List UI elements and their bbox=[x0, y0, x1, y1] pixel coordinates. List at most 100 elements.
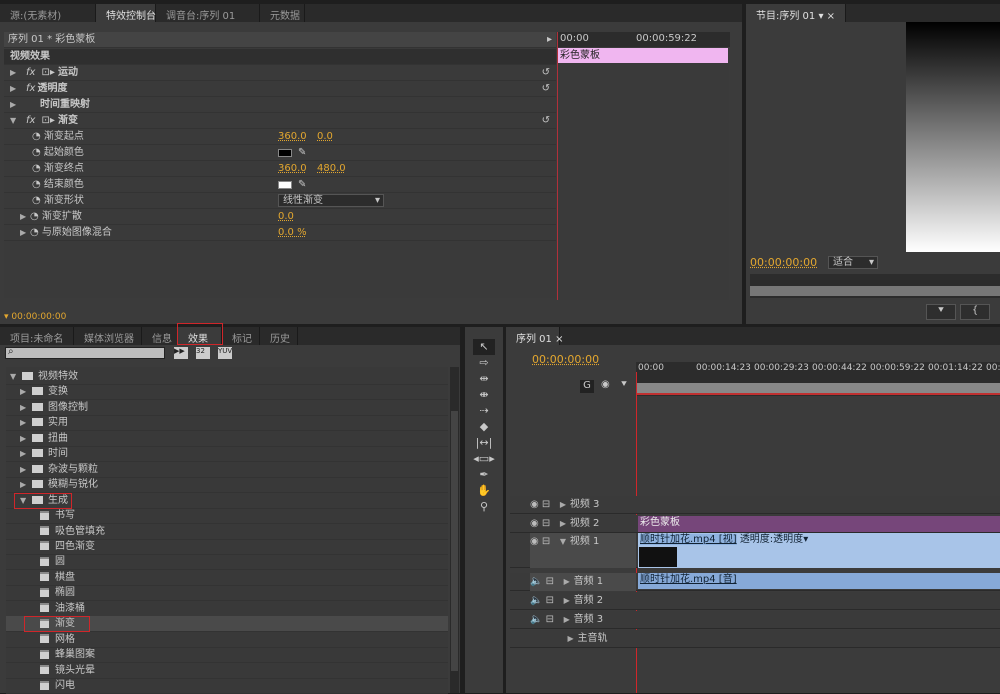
track-select-tool-icon[interactable]: ⇨ bbox=[465, 355, 503, 371]
expand-icon[interactable]: ▶ bbox=[564, 592, 574, 610]
tab-audio-mixer[interactable]: 调音台:序列 01 bbox=[156, 4, 260, 22]
tab-project[interactable]: 项目:未命名 bbox=[0, 327, 74, 345]
end-y-value[interactable]: 480.0 bbox=[317, 161, 346, 176]
work-area-bar[interactable] bbox=[636, 383, 1000, 395]
expand-icon[interactable]: ▶ bbox=[564, 611, 574, 629]
tree-effect-item[interactable]: 椭圆 bbox=[6, 585, 448, 602]
add-marker-icon[interactable]: ⯆ bbox=[620, 379, 628, 390]
razor-tool-icon[interactable]: ◆ bbox=[465, 419, 503, 435]
program-timecode[interactable]: 00:00:00:00 bbox=[750, 256, 817, 269]
track-header[interactable]: ◉ ⊟ ▶ 视频 3 bbox=[530, 496, 636, 514]
expand-icon[interactable]: ▶ bbox=[20, 400, 30, 415]
slip-tool-icon[interactable]: |↔| bbox=[465, 435, 503, 451]
expand-icon[interactable]: ▶ bbox=[20, 225, 30, 240]
add-marker-button[interactable]: ⯆ bbox=[926, 304, 956, 320]
clip-fx-label[interactable]: 透明度:透明度 bbox=[740, 534, 803, 545]
track-header[interactable]: ◉ ⊟ ▶ 视频 2 bbox=[530, 515, 636, 533]
tree-effect-item[interactable]: 油漆桶 bbox=[6, 601, 448, 617]
tree-folder[interactable]: ▶ 图像控制 bbox=[6, 400, 448, 416]
expand-icon[interactable]: ▶ bbox=[564, 573, 574, 591]
audio-clip-a1[interactable]: 顺时针加花.mp4 [音] bbox=[638, 573, 1000, 589]
sync-lock-icon[interactable]: ⊟ bbox=[546, 614, 554, 625]
blend-value[interactable]: 0.0 % bbox=[278, 225, 307, 240]
yuv-effects-icon[interactable]: YUV bbox=[218, 347, 232, 359]
timeline-timecode[interactable]: 00:00:00:00 bbox=[532, 353, 599, 366]
stopwatch-icon[interactable]: ◔ bbox=[32, 163, 44, 174]
eye-icon[interactable]: ◉ bbox=[530, 499, 539, 510]
ripple-edit-tool-icon[interactable]: ⇹ bbox=[465, 371, 503, 387]
stopwatch-icon[interactable]: ◔ bbox=[32, 195, 44, 206]
program-scrubber[interactable] bbox=[750, 274, 1000, 298]
tree-effect-item[interactable]: 吸色管填充 bbox=[6, 524, 448, 540]
sync-lock-icon[interactable]: ⊟ bbox=[542, 536, 550, 547]
color-matte-clip-v2[interactable]: 彩色蒙板 bbox=[638, 516, 1000, 532]
sync-lock-icon[interactable]: ⊟ bbox=[546, 576, 554, 587]
start-y-value[interactable]: 0.0 bbox=[317, 129, 333, 144]
expand-icon[interactable]: ▶ bbox=[20, 209, 30, 224]
32bit-effects-icon[interactable]: 32 bbox=[196, 347, 210, 359]
tree-folder-generate[interactable]: ▼ 生成 bbox=[6, 493, 448, 509]
scatter-value[interactable]: 0.0 bbox=[278, 209, 294, 224]
collapse-icon[interactable]: ▼ bbox=[10, 369, 20, 384]
ec-timecode[interactable]: ▾ 00:00:00:00 bbox=[4, 312, 66, 322]
track-header[interactable]: 🔈 ⊟ ▶ 音频 3 bbox=[530, 611, 636, 629]
speaker-icon[interactable]: 🔈 bbox=[530, 595, 542, 606]
end-color-swatch[interactable] bbox=[278, 181, 292, 189]
tree-effect-item[interactable]: 蜂巢图案 bbox=[6, 647, 448, 664]
hand-tool-icon[interactable]: ✋ bbox=[465, 483, 503, 499]
reset-icon[interactable]: ↺ bbox=[542, 81, 550, 96]
timeline-ruler[interactable]: 00:00 00:00:14:23 00:00:29:23 00:00:44:22 00… bbox=[636, 362, 1000, 396]
tab-history[interactable]: 历史 bbox=[260, 327, 298, 345]
expand-icon[interactable]: ▶ bbox=[560, 496, 570, 514]
video-clip-v1[interactable]: 顺时针加花.mp4 [视] 透明度:透明度▾ bbox=[638, 533, 1000, 568]
stopwatch-icon[interactable]: ◔ bbox=[30, 227, 42, 238]
eye-icon[interactable]: ◉ bbox=[530, 518, 539, 529]
tree-effect-item[interactable]: 棋盘 bbox=[6, 570, 448, 586]
effects-search-input[interactable] bbox=[5, 347, 165, 359]
track-header[interactable]: ▶ 主音轨 bbox=[530, 630, 636, 648]
expand-icon[interactable]: ▶ bbox=[10, 81, 20, 96]
reset-icon[interactable]: ↺ bbox=[542, 65, 550, 80]
rolling-edit-tool-icon[interactable]: ⇼ bbox=[465, 387, 503, 403]
slide-tool-icon[interactable]: ◂▭▸ bbox=[465, 451, 503, 467]
show-timeline-icon[interactable]: ▸ bbox=[547, 32, 552, 47]
collapse-icon[interactable]: ▼ bbox=[10, 113, 20, 128]
zoom-tool-icon[interactable]: ⚲ bbox=[465, 499, 503, 515]
expand-icon[interactable]: ▶ bbox=[560, 515, 570, 533]
start-x-value[interactable]: 360.0 bbox=[278, 129, 307, 144]
start-color-swatch[interactable] bbox=[278, 149, 292, 157]
expand-icon[interactable]: ▶ bbox=[20, 477, 30, 492]
track-header[interactable]: ◉ ⊟ ▼ 视频 1 bbox=[530, 533, 636, 568]
selection-tool-icon[interactable]: ↖ bbox=[473, 339, 495, 355]
tab-markers[interactable]: 标记 bbox=[222, 327, 260, 345]
expand-icon[interactable]: ▶ bbox=[20, 446, 30, 461]
collapse-icon[interactable]: ▼ bbox=[560, 533, 570, 551]
tab-media-browser[interactable]: 媒体浏览器 bbox=[74, 327, 142, 345]
effect-opacity[interactable]: ▶ fx 透明度 ↺ bbox=[4, 81, 556, 97]
end-x-value[interactable]: 360.0 bbox=[278, 161, 307, 176]
set-encore-marker-icon[interactable]: ◉ bbox=[601, 379, 610, 390]
tree-effect-item[interactable]: 闪电 bbox=[6, 678, 448, 694]
tab-program[interactable]: 节目:序列 01 ▾ × bbox=[746, 4, 846, 22]
sync-lock-icon[interactable]: ⊟ bbox=[542, 499, 550, 510]
reset-icon[interactable]: ↺ bbox=[542, 113, 550, 128]
tab-info[interactable]: 信息 bbox=[142, 327, 178, 345]
tree-effect-item[interactable]: 书写 bbox=[6, 508, 448, 525]
tree-effect-item[interactable]: 镜头光晕 bbox=[6, 663, 448, 679]
track-header[interactable]: 🔈 ⊟ ▶ 音频 2 bbox=[530, 592, 636, 610]
pen-tool-icon[interactable]: ✒ bbox=[465, 467, 503, 483]
tree-folder[interactable]: ▶ 模糊与锐化 bbox=[6, 477, 448, 494]
effects-scrollbar[interactable] bbox=[450, 367, 459, 693]
accelerated-effects-icon[interactable]: ▶▶ bbox=[174, 347, 188, 359]
tree-effect-item[interactable]: 网格 bbox=[6, 632, 448, 648]
tree-folder[interactable]: ▶ 杂波与颗粒 bbox=[6, 462, 448, 478]
fx-icon[interactable]: fx bbox=[26, 67, 35, 78]
mark-in-button[interactable]: { bbox=[960, 304, 990, 320]
color-matte-clip[interactable]: 彩色蒙板 bbox=[558, 48, 728, 63]
zoom-select[interactable]: 适合 ▾ bbox=[828, 256, 878, 269]
ec-ruler[interactable]: 00:00 00:00:59:22 bbox=[558, 32, 730, 47]
ramp-shape-select[interactable]: 线性渐变 ▾ bbox=[278, 194, 384, 207]
tree-folder[interactable]: ▶ 扭曲 bbox=[6, 431, 448, 447]
expand-icon[interactable]: ▶ bbox=[20, 384, 30, 399]
tab-sequence[interactable]: 序列 01 × bbox=[506, 327, 563, 345]
